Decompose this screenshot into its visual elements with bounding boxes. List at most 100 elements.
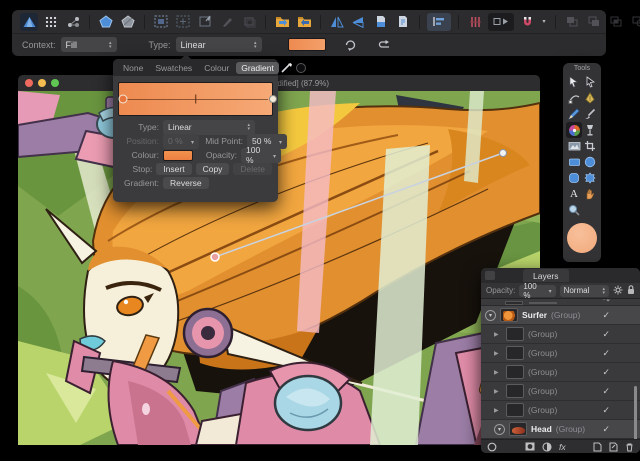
gradient-stop-end[interactable] xyxy=(269,95,277,103)
node-tool[interactable] xyxy=(582,74,598,90)
gradient-midpoint-marker[interactable] xyxy=(195,95,197,104)
snapping-caret[interactable]: ▾ xyxy=(540,13,548,31)
fill-tool[interactable] xyxy=(566,122,582,138)
move-tool[interactable] xyxy=(566,74,582,90)
layer-visibility-check[interactable]: ✓ xyxy=(602,386,610,397)
vector-crop-tool[interactable] xyxy=(566,138,582,154)
clipped-layer-row[interactable]: ↷ xyxy=(481,299,640,306)
collapse-arrow-icon[interactable]: ▶ xyxy=(494,350,502,357)
layer-row-group-2[interactable]: ▶ (Group) ✓ xyxy=(481,344,640,363)
blend-options-gear-icon[interactable] xyxy=(613,285,623,297)
guides-icon[interactable] xyxy=(466,13,484,31)
rectangle-tool[interactable] xyxy=(566,154,582,170)
layer-row-group-3[interactable]: ▶ (Group) ✓ xyxy=(481,363,640,382)
layer-row-head[interactable]: ▾ Head (Group) ✓ xyxy=(481,420,640,439)
collapse-arrow-icon[interactable]: ▶ xyxy=(494,369,502,376)
insert-inside-icon[interactable] xyxy=(152,13,170,31)
layer-visibility-check[interactable]: ✓ xyxy=(602,310,610,321)
tab-colour[interactable]: Colour xyxy=(199,62,234,74)
fill-swatch-button[interactable] xyxy=(288,38,326,51)
export-persona-icon[interactable] xyxy=(64,13,82,31)
layer-row-surfer[interactable]: ▾ Surfer (Group) ✓ xyxy=(481,306,640,325)
adjustment-layer-icon[interactable] xyxy=(542,442,552,452)
panel-stub-icon[interactable] xyxy=(485,271,495,280)
disabled-pen-icon[interactable] xyxy=(218,13,236,31)
edit-inside-icon[interactable] xyxy=(196,13,214,31)
alignment-icon[interactable] xyxy=(427,13,451,31)
pentagon-gray-icon[interactable] xyxy=(119,13,137,31)
folder-front-icon[interactable] xyxy=(273,13,291,31)
layer-row-group-5[interactable]: ▶ (Group) ✓ xyxy=(481,401,640,420)
expand-arrow-icon[interactable]: ▾ xyxy=(485,310,496,321)
collapse-arrow-icon[interactable]: ▶ xyxy=(494,407,502,414)
reverse-gradient-icon[interactable] xyxy=(376,36,394,54)
edit-all-layers-icon[interactable] xyxy=(487,442,497,452)
eyedropper-icon[interactable] xyxy=(281,62,293,73)
disabled-boolean-add-icon[interactable] xyxy=(563,13,581,31)
pen-tool[interactable] xyxy=(582,90,598,106)
layer-visibility-check[interactable]: ✓ xyxy=(602,367,610,378)
type-dropdown[interactable]: Linear ▴▾ xyxy=(176,37,262,52)
gradient-type-dropdown[interactable]: Linear ▴▾ xyxy=(163,120,255,135)
tab-swatches[interactable]: Swatches xyxy=(150,62,197,74)
pencil-tool[interactable] xyxy=(566,106,582,122)
flip-horizontal-icon[interactable] xyxy=(328,13,346,31)
expand-arrow-icon[interactable]: ▾ xyxy=(494,424,505,435)
shape-tool[interactable] xyxy=(582,170,598,186)
stop-opacity-dropdown[interactable]: 100 % xyxy=(241,148,281,163)
doc-blue-icon[interactable] xyxy=(372,13,390,31)
flip-vertical-icon[interactable] xyxy=(350,13,368,31)
reverse-gradient-button[interactable]: Reverse xyxy=(163,177,209,189)
layer-row-group-1[interactable]: ▶ (Group) ✓ xyxy=(481,325,640,344)
layer-opacity-dropdown[interactable]: 100 % xyxy=(519,285,555,297)
preview-mode-toggle[interactable] xyxy=(488,13,514,31)
vector-brush-tool[interactable] xyxy=(582,106,598,122)
gradient-bar[interactable] xyxy=(118,82,273,116)
copy-stop-button[interactable]: Copy xyxy=(196,163,230,175)
insert-stop-button[interactable]: Insert xyxy=(156,163,191,175)
noise-swatch[interactable] xyxy=(296,63,306,73)
view-hand-tool[interactable] xyxy=(582,186,598,202)
insert-replace-icon[interactable] xyxy=(174,13,192,31)
designer-persona-icon[interactable] xyxy=(20,13,38,31)
transparency-tool[interactable] xyxy=(582,122,598,138)
disabled-boolean-divide-icon[interactable] xyxy=(629,13,640,31)
layers-tab[interactable]: Layers xyxy=(523,269,569,282)
new-layer-icon[interactable] xyxy=(593,442,602,452)
crop-tool[interactable] xyxy=(582,138,598,154)
layer-visibility-check[interactable]: ✓ xyxy=(602,329,610,340)
gradient-start-handle[interactable] xyxy=(211,253,219,261)
doc-page-icon[interactable] xyxy=(394,13,412,31)
rounded-rectangle-tool[interactable] xyxy=(566,170,582,186)
disabled-boolean-intersect-icon[interactable] xyxy=(607,13,625,31)
pentagon-blue-icon[interactable] xyxy=(97,13,115,31)
gradient-stop-start[interactable] xyxy=(119,95,128,104)
point-tool[interactable] xyxy=(566,90,582,106)
lock-icon[interactable] xyxy=(627,285,635,297)
blend-mode-dropdown[interactable]: Normal ▴▾ xyxy=(560,285,609,297)
ellipse-tool[interactable] xyxy=(582,154,598,170)
collapse-arrow-icon[interactable]: ▶ xyxy=(494,388,502,395)
folder-back-icon[interactable] xyxy=(295,13,313,31)
delete-stop-button[interactable]: Delete xyxy=(233,163,272,175)
disabled-boolean-subtract-icon[interactable] xyxy=(585,13,603,31)
layer-visibility-check[interactable]: ✓ xyxy=(602,424,610,435)
layer-visibility-check[interactable]: ✓ xyxy=(602,348,610,359)
gradient-end-handle[interactable] xyxy=(500,150,507,157)
context-dropdown[interactable]: Fill ▴▾ xyxy=(61,37,117,52)
tab-none[interactable]: None xyxy=(118,62,148,74)
stop-colour-swatch[interactable] xyxy=(163,150,193,161)
layer-effects-icon[interactable]: fx xyxy=(559,442,566,452)
collapse-arrow-icon[interactable]: ▶ xyxy=(494,331,502,338)
layer-visibility-check[interactable]: ✓ xyxy=(602,405,610,416)
document-titlebar[interactable]: Surfer 01 [Modified] (87.9%) xyxy=(18,75,540,91)
rotate-gradient-icon[interactable] xyxy=(342,36,360,54)
artistic-text-tool[interactable]: A xyxy=(566,186,582,202)
snapping-magnet-icon[interactable] xyxy=(518,13,536,31)
position-dropdown[interactable]: 0 % xyxy=(163,134,199,149)
current-colour-well[interactable] xyxy=(567,223,597,253)
pixel-persona-icon[interactable] xyxy=(42,13,60,31)
new-pixel-layer-icon[interactable] xyxy=(609,442,618,452)
delete-layer-icon[interactable] xyxy=(625,442,634,452)
disabled-layer-icon[interactable] xyxy=(240,13,258,31)
